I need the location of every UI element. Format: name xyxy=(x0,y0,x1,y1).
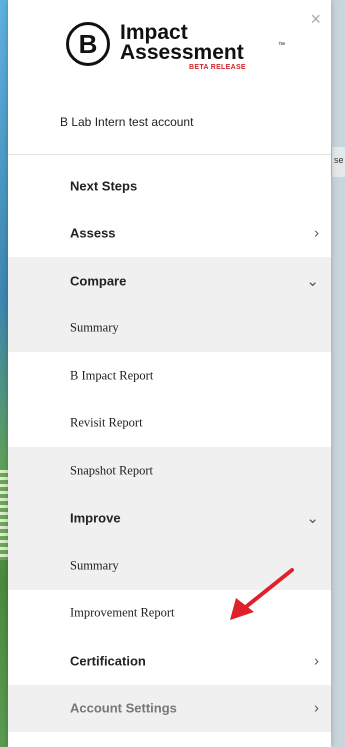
nav-item-label: Certification xyxy=(70,653,146,669)
background-stripes xyxy=(0,470,8,560)
divider xyxy=(8,154,331,155)
logo-trademark: ™ xyxy=(278,42,285,49)
nav-item-label: B Impact Report xyxy=(70,368,154,383)
close-icon[interactable]: × xyxy=(310,10,321,28)
nav-item-b-impact-report[interactable]: B Impact Report xyxy=(8,352,331,400)
chevron-right-icon: › xyxy=(314,224,319,242)
nav-item-account-settings[interactable]: Account Settings › xyxy=(8,684,331,732)
logo-word-assessment: Assessment xyxy=(120,41,244,64)
nav-item-improve[interactable]: Improve ⌄ xyxy=(8,494,331,542)
chevron-down-icon: ⌄ xyxy=(306,272,319,290)
b-impact-assessment-logo[interactable]: B Impact Assessment ™ BETA RELEASE xyxy=(66,22,296,74)
red-arrow-annotation xyxy=(230,568,294,620)
nav-item-label: Compare xyxy=(70,273,127,289)
nav-item-label: Improve xyxy=(70,510,121,526)
beta-release-badge: BETA RELEASE xyxy=(189,64,246,71)
nav-item-certification[interactable]: Certification › xyxy=(8,637,331,685)
nav-item-compare[interactable]: Compare ⌄ xyxy=(8,257,331,305)
chevron-right-icon: › xyxy=(314,652,319,670)
chevron-down-icon: ⌄ xyxy=(306,510,319,528)
nav-item-label: Next Steps xyxy=(70,178,138,194)
nav-item-snapshot-report[interactable]: Snapshot Report xyxy=(8,447,331,495)
nav-item-label: Assess xyxy=(70,225,116,241)
nav-menu: Next Steps Assess › Compare ⌄ Summary B … xyxy=(8,162,331,732)
nav-item-label: Summary xyxy=(70,320,119,335)
nav-item-revisit-report[interactable]: Revisit Report xyxy=(8,400,331,448)
arrow-shaft xyxy=(240,568,294,612)
chevron-right-icon: › xyxy=(314,699,319,717)
nav-item-assess[interactable]: Assess › xyxy=(8,210,331,258)
background-tab: se xyxy=(331,147,345,177)
account-name: B Lab Intern test account xyxy=(60,115,194,129)
nav-item-label: Improvement Report xyxy=(70,605,175,620)
page-behind-panel: se xyxy=(331,0,345,747)
side-navigation-panel: × B Impact Assessment ™ BETA RELEASE B L… xyxy=(8,0,331,747)
nav-item-label: Account Settings xyxy=(70,700,177,716)
nav-item-label: Revisit Report xyxy=(70,415,143,430)
nav-item-compare-summary[interactable]: Summary xyxy=(8,304,331,352)
nav-item-next-steps[interactable]: Next Steps xyxy=(8,162,331,210)
b-corp-icon: B xyxy=(66,22,110,66)
nav-item-label: Snapshot Report xyxy=(70,463,153,478)
background-tab-label: se xyxy=(334,155,344,165)
nav-item-label: Summary xyxy=(70,558,119,573)
